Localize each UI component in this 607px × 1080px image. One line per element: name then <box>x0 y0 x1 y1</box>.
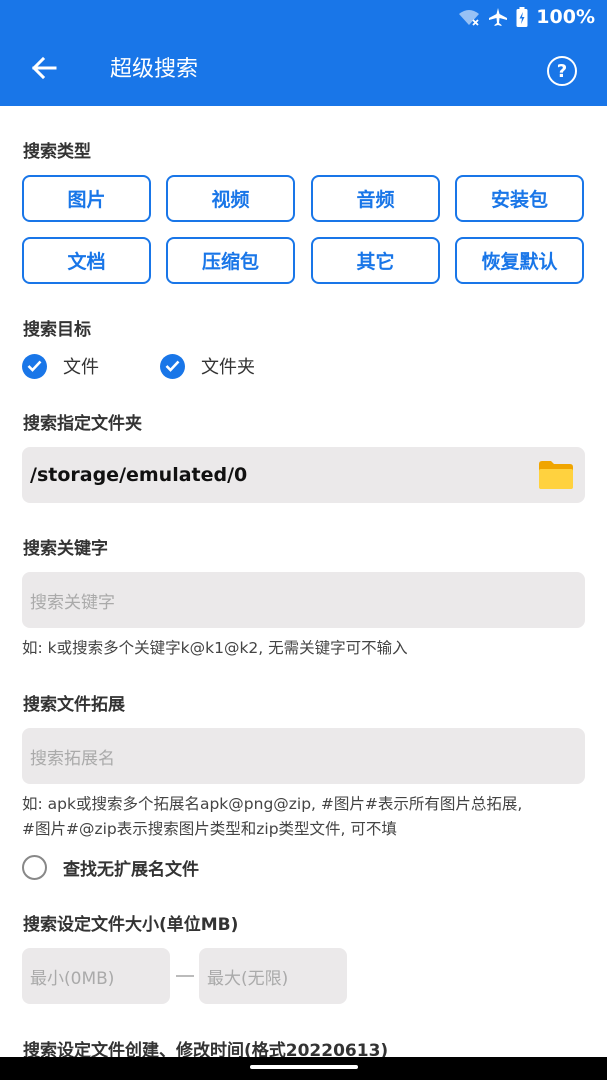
size-min-placeholder: 最小(0MB) <box>30 968 115 989</box>
size-min-input[interactable]: 最小(0MB) <box>22 948 170 1004</box>
type-button-document[interactable]: 文档 <box>22 237 151 284</box>
type-button-archive[interactable]: 压缩包 <box>166 237 295 284</box>
keyword-input[interactable]: 搜索关键字 <box>22 572 585 628</box>
battery-icon <box>516 7 528 27</box>
type-button-audio[interactable]: 音频 <box>311 175 440 222</box>
search-target-label: 搜索目标 <box>23 320 91 340</box>
keyword-label: 搜索关键字 <box>23 539 108 559</box>
target-file-label: 文件 <box>63 357 99 378</box>
extension-hint-1: 如: apk或搜索多个拓展名apk@png@zip, #图片#表示所有图片总拓展… <box>22 795 523 813</box>
type-button-video[interactable]: 视频 <box>166 175 295 222</box>
no-extension-label: 查找无扩展名文件 <box>63 860 199 880</box>
folder-path-field[interactable]: /storage/emulated/0 <box>22 447 585 503</box>
extension-placeholder: 搜索拓展名 <box>30 748 115 769</box>
app-bar: 超级搜索 ? <box>0 34 607 106</box>
arrow-left-icon <box>31 56 57 84</box>
battery-level: 100% <box>536 6 595 28</box>
keyword-hint: 如: k或搜索多个关键字k@k1@k2, 无需关键字可不输入 <box>22 639 408 657</box>
home-indicator[interactable] <box>250 1065 358 1069</box>
status-bar: 100% <box>0 0 607 34</box>
reset-default-button[interactable]: 恢复默认 <box>455 237 584 284</box>
no-extension-radio[interactable]: 查找无扩展名文件 <box>22 855 199 880</box>
help-button[interactable]: ? <box>547 56 577 86</box>
search-type-label: 搜索类型 <box>23 142 91 162</box>
back-button[interactable] <box>26 52 62 88</box>
range-dash <box>176 975 194 977</box>
radio-ring-icon <box>22 855 47 880</box>
check-icon <box>22 353 47 379</box>
airplane-icon <box>488 7 508 27</box>
type-button-apk[interactable]: 安装包 <box>455 175 584 222</box>
help-icon: ? <box>556 60 568 82</box>
size-max-placeholder: 最大(无限) <box>207 968 289 989</box>
target-folder-label: 文件夹 <box>201 357 255 378</box>
folder-path-value: /storage/emulated/0 <box>30 464 248 486</box>
extension-hint-2: #图片#@zip表示搜索图片类型和zip类型文件, 可不填 <box>22 820 397 838</box>
keyword-placeholder: 搜索关键字 <box>30 592 115 613</box>
type-button-other[interactable]: 其它 <box>311 237 440 284</box>
wifi-off-icon <box>458 8 480 26</box>
extension-input[interactable]: 搜索拓展名 <box>22 728 585 784</box>
folder-label: 搜索指定文件夹 <box>23 414 142 434</box>
size-label: 搜索设定文件大小(单位MB) <box>23 915 239 935</box>
status-icons: 100% <box>458 5 595 29</box>
target-folder-checkbox[interactable]: 文件夹 <box>160 353 255 379</box>
type-button-image[interactable]: 图片 <box>22 175 151 222</box>
target-file-checkbox[interactable]: 文件 <box>22 353 99 379</box>
folder-icon[interactable] <box>539 461 573 494</box>
navigation-bar <box>0 1057 607 1080</box>
extension-label: 搜索文件拓展 <box>23 695 125 715</box>
size-max-input[interactable]: 最大(无限) <box>199 948 347 1004</box>
check-icon <box>160 353 185 379</box>
page-title: 超级搜索 <box>110 57 199 82</box>
